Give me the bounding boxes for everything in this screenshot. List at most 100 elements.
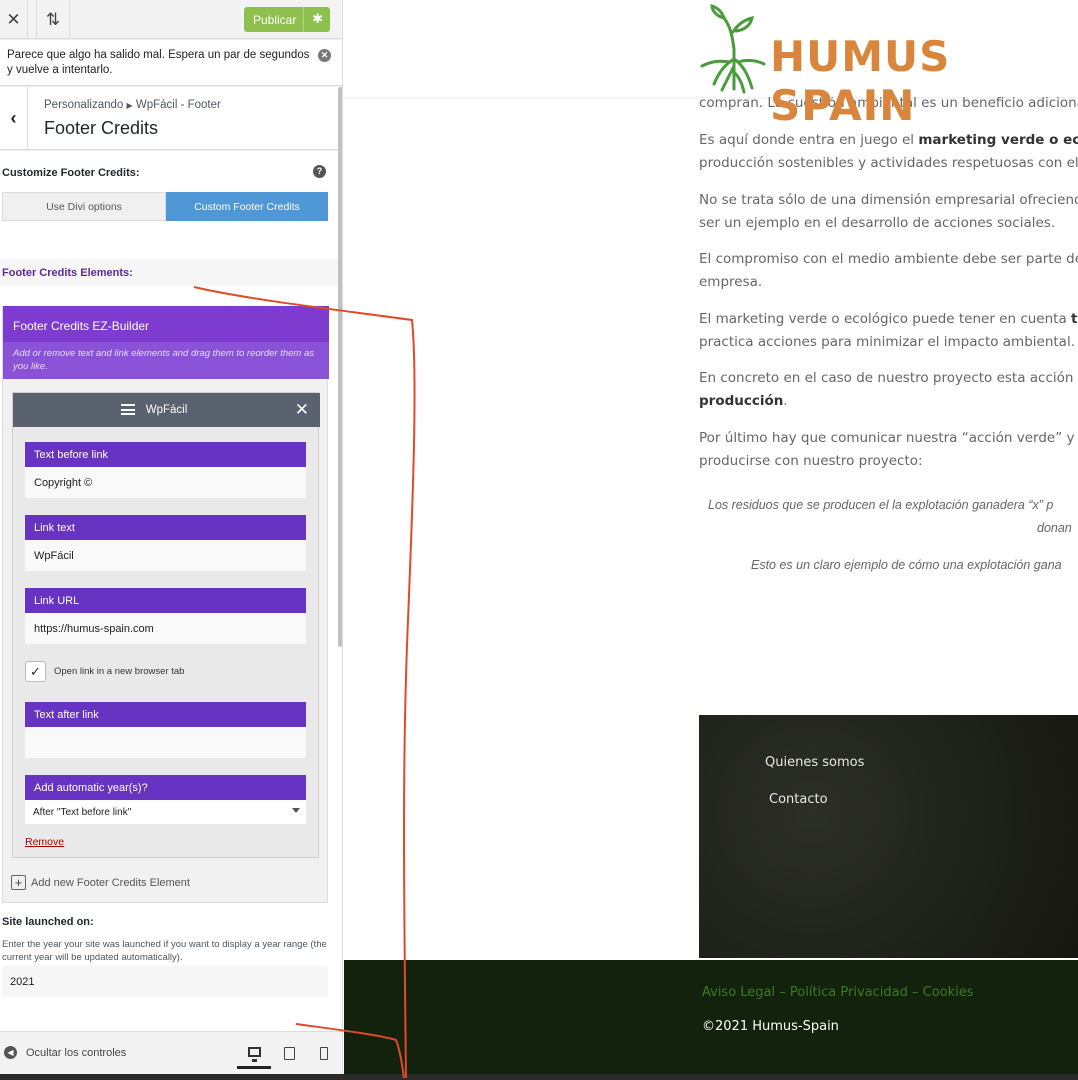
sort-arrows-icon[interactable]: ⇅ <box>36 0 70 39</box>
section-title: Footer Credits <box>44 118 159 138</box>
logo-plant-icon[interactable] <box>700 4 770 94</box>
publish-label: Publicar <box>253 12 297 27</box>
use-divi-options-button[interactable]: Use Divi options <box>2 192 166 221</box>
customize-label: Customize Footer Credits: <box>2 167 140 179</box>
article-paragraph: El compromiso con el medio ambiente debe… <box>699 248 1078 271</box>
desktop-preview-button[interactable] <box>237 1038 271 1069</box>
year-select-value: After "Text before link" <box>33 807 132 818</box>
breadcrumb: Personalizando ▶ WpFácil - Footer <box>44 99 221 111</box>
text-after-input[interactable] <box>25 727 306 758</box>
ez-builder-title: Footer Credits EZ-Builder <box>3 306 329 342</box>
article-paragraph: producción sostenibles y actividades res… <box>699 152 1078 175</box>
plus-icon: + <box>11 875 26 890</box>
year-select[interactable]: After "Text before link" <box>25 800 306 824</box>
link-url-input[interactable]: https://humus-spain.com <box>25 613 306 644</box>
credit-element-title: WpFácil <box>145 404 188 416</box>
article-paragraph: empresa. <box>699 271 1078 294</box>
publish-separator <box>303 7 304 32</box>
remove-link[interactable]: Remove <box>25 836 64 848</box>
desktop-icon <box>247 1047 261 1062</box>
chevron-down-icon <box>292 808 300 813</box>
new-tab-label: Open link in a new browser tab <box>54 666 185 677</box>
ez-builder-hint: Add or remove text and link elements and… <box>3 342 329 379</box>
hide-controls-button[interactable]: ◀ Ocultar los controles <box>4 1046 126 1059</box>
launched-year-input[interactable]: 2021 <box>2 966 328 997</box>
paragraph-text: El compromiso con el medio ambiente debe… <box>699 251 1078 267</box>
article-paragraph: practica acciones para minimizar el impa… <box>699 331 1078 354</box>
paragraph-bold: marketing verde o ecológi <box>918 132 1078 148</box>
site-header: HUMUS SPAIN <box>344 0 1078 130</box>
breadcrumb-current: WpFácil - Footer <box>135 99 221 111</box>
launched-description: Enter the year your site was launched if… <box>2 939 327 963</box>
tablet-icon <box>283 1047 295 1060</box>
logo-text[interactable]: HUMUS SPAIN <box>770 32 1078 130</box>
dismiss-notice-icon[interactable]: ✕ <box>318 49 331 62</box>
close-icon[interactable]: ✕ <box>0 0 28 39</box>
customizer-footer: ◀ Ocultar los controles <box>0 1031 342 1074</box>
section-header: ‹ Personalizando ▶ WpFácil - Footer Foot… <box>0 87 342 150</box>
paragraph-bold: todo <box>1071 311 1078 327</box>
os-taskbar-strip <box>0 1074 1078 1080</box>
mobile-preview-button[interactable] <box>307 1038 341 1069</box>
footer-widget-area: Quienes somos Contacto <box>699 715 1078 958</box>
add-new-element-button[interactable]: + Add new Footer Credits Element <box>11 875 190 890</box>
credit-element-header[interactable]: WpFácil ✕ <box>13 393 320 427</box>
ez-builder: Footer Credits EZ-Builder Add or remove … <box>2 306 329 903</box>
paragraph-text: Por último hay que comunicar nuestra “ac… <box>699 430 1078 446</box>
new-tab-checkbox[interactable]: ✓ <box>25 661 46 682</box>
help-icon[interactable]: ? <box>313 165 326 178</box>
footer-bottom-bar: Aviso Legal – Política Privacidad – Cook… <box>344 960 1078 1074</box>
sidebar-scrollbar[interactable] <box>338 87 342 647</box>
footer-link-quienes-somos[interactable]: Quienes somos <box>765 755 864 770</box>
paragraph-text: practica acciones para minimizar el impa… <box>699 334 1075 350</box>
credit-element-card: WpFácil ✕ Text before link Copyright © L… <box>12 392 320 858</box>
caret-right-icon: ▶ <box>126 101 133 110</box>
text-before-label: Text before link <box>25 442 306 467</box>
customizer-sidebar: ✕ ⇅ Publicar ✱ Parece que algo ha salido… <box>0 0 343 1080</box>
launched-label: Site launched on: <box>2 916 94 928</box>
mobile-icon <box>320 1047 328 1060</box>
link-text-input[interactable]: WpFácil <box>25 540 306 571</box>
article-paragraph: producirse con nuestro proyecto: <box>699 450 1078 473</box>
custom-footer-credits-button[interactable]: Custom Footer Credits <box>166 192 328 221</box>
article-paragraph: producción. <box>699 390 1078 413</box>
hide-controls-label: Ocultar los controles <box>26 1046 127 1059</box>
site-preview: HUMUS SPAIN compran. La cuestión ambient… <box>344 0 1078 1074</box>
legal-links[interactable]: Aviso Legal – Política Privacidad – Cook… <box>702 985 974 1000</box>
quote-line: Esto es un claro ejemplo de cómo una exp… <box>751 558 1062 572</box>
text-before-input[interactable]: Copyright © <box>25 467 306 498</box>
add-new-label: Add new Footer Credits Element <box>31 876 190 889</box>
article-paragraph: El marketing verde o ecológico puede ten… <box>699 308 1078 331</box>
close-icon[interactable]: ✕ <box>295 400 309 420</box>
publish-button[interactable]: Publicar ✱ <box>244 7 330 32</box>
paragraph-text: No se trata sólo de una dimensión empres… <box>699 192 1078 208</box>
quote-line: donan <box>1037 521 1072 535</box>
paragraph-text: Es aquí donde entra en juego el <box>699 132 919 148</box>
footer-link-contacto[interactable]: Contacto <box>769 792 828 807</box>
link-text-label: Link text <box>25 515 306 540</box>
year-label: Add automatic year(s)? <box>25 775 306 800</box>
elements-section-bar: Footer Credits Elements: <box>0 259 342 286</box>
error-notice: Parece que algo ha salido mal. Espera un… <box>0 40 342 86</box>
paragraph-text: empresa. <box>699 274 763 290</box>
article-paragraph: En concreto en el caso de nuestro proyec… <box>699 367 1078 390</box>
footer-copyright: ©2021 Humus-Spain <box>702 1019 839 1034</box>
credits-mode-toggle: Use Divi options Custom Footer Credits <box>2 192 328 221</box>
link-url-label: Link URL <box>25 588 306 613</box>
paragraph-text: . <box>783 393 788 409</box>
article-paragraph: No se trata sólo de una dimensión empres… <box>699 189 1078 212</box>
tablet-preview-button[interactable] <box>272 1038 306 1069</box>
error-notice-text: Parece que algo ha salido mal. Espera un… <box>7 49 310 76</box>
breadcrumb-prefix: Personalizando <box>44 99 124 111</box>
customizer-topbar: ✕ ⇅ Publicar ✱ <box>0 0 342 39</box>
paragraph-text: ser un ejemplo en el desarrollo de accio… <box>699 215 1056 231</box>
elements-label: Footer Credits Elements: <box>2 267 133 279</box>
paragraph-text: producción sostenibles y actividades res… <box>699 155 1078 171</box>
back-chevron-icon[interactable]: ‹ <box>0 87 28 150</box>
text-after-label: Text after link <box>25 702 306 727</box>
gear-icon[interactable]: ✱ <box>312 11 323 27</box>
panel-body: Customize Footer Credits: ? Use Divi opt… <box>0 151 342 1031</box>
paragraph-text: En concreto en el caso de nuestro proyec… <box>699 370 1078 386</box>
article-paragraph: Por último hay que comunicar nuestra “ac… <box>699 427 1078 450</box>
paragraph-text: producirse con nuestro proyecto: <box>699 453 923 469</box>
